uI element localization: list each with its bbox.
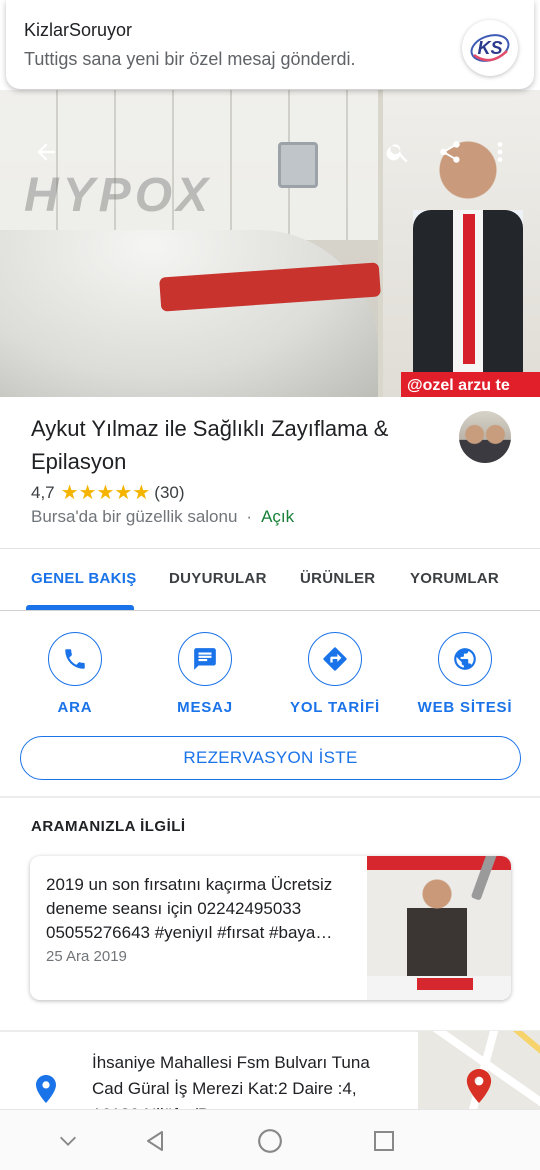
related-section-title: ARAMANIZLA İLGİLİ bbox=[31, 818, 186, 835]
tab-overview[interactable]: GENEL BAKIŞ bbox=[31, 570, 137, 587]
post-text: 2019 un son fırsatını kaçırma Ücretsiz d… bbox=[46, 875, 333, 942]
hypoxi-machine-shape bbox=[0, 230, 378, 397]
open-status: Açık bbox=[261, 507, 295, 526]
rating-stars-icon: ★★★★★ bbox=[60, 482, 151, 504]
message-icon bbox=[178, 632, 232, 686]
share-icon[interactable] bbox=[428, 130, 472, 174]
more-vert-icon[interactable] bbox=[478, 130, 522, 174]
recents-square-icon[interactable] bbox=[369, 1126, 399, 1156]
divider bbox=[0, 548, 540, 549]
section-divider bbox=[0, 796, 540, 798]
directions-button[interactable]: YOL TARİFİ bbox=[270, 632, 400, 716]
screen: { "notification": { "app": "KizlarSoruyo… bbox=[0, 0, 540, 1170]
rating-row[interactable]: 4,7 ★★★★★ (30) bbox=[31, 480, 185, 505]
kizlarsoruyor-logo-icon: KS bbox=[462, 20, 518, 76]
message-button[interactable]: MESAJ bbox=[140, 632, 270, 716]
home-circle-icon[interactable] bbox=[255, 1126, 285, 1156]
business-photo-carousel[interactable]: HYPOX @ozel arzu te bbox=[0, 90, 540, 397]
review-count: (30) bbox=[154, 482, 185, 502]
tab-reviews[interactable]: YORUMLAR bbox=[410, 570, 499, 587]
website-button[interactable]: WEB SİTESİ bbox=[400, 632, 530, 716]
search-icon[interactable] bbox=[376, 130, 420, 174]
thumbnail-strip bbox=[367, 976, 511, 1000]
separator-dot: · bbox=[246, 507, 253, 526]
tab-products[interactable]: ÜRÜNLER bbox=[300, 570, 375, 587]
location-pin-icon bbox=[36, 1075, 56, 1108]
business-avatar[interactable] bbox=[459, 411, 511, 463]
man-shape bbox=[407, 878, 467, 976]
rating-value: 4,7 bbox=[31, 482, 55, 502]
back-triangle-icon[interactable] bbox=[140, 1126, 170, 1156]
business-name: Aykut Yılmaz ile Sağlıklı Zayıflama & Ep… bbox=[31, 416, 389, 474]
post-thumbnail bbox=[367, 856, 511, 1000]
post-date: 25 Ara 2019 bbox=[46, 948, 127, 965]
globe-icon bbox=[438, 632, 492, 686]
business-category: Bursa'da bir güzellik salonu bbox=[31, 507, 238, 526]
category-row: Bursa'da bir güzellik salonu · Açık bbox=[31, 507, 294, 527]
website-label: WEB SİTESİ bbox=[417, 699, 513, 716]
back-arrow-icon[interactable] bbox=[24, 130, 68, 174]
photo-banner: @ozel arzu te bbox=[401, 372, 540, 397]
directions-label: YOL TARİFİ bbox=[290, 699, 380, 716]
notification-message: Tuttigs sana yeni bir özel mesaj gönderd… bbox=[24, 49, 356, 69]
reserve-button[interactable]: REZERVASYON İSTE bbox=[20, 736, 521, 780]
directions-icon bbox=[308, 632, 362, 686]
brand-watermark: HYPOX bbox=[24, 169, 213, 222]
hide-keyboard-chevron-down-icon[interactable] bbox=[53, 1126, 83, 1156]
thumbnail-red-label bbox=[417, 978, 473, 990]
tabs-divider bbox=[0, 610, 540, 611]
map-road bbox=[504, 1031, 540, 1069]
message-label: MESAJ bbox=[177, 699, 233, 716]
map-thumbnail[interactable] bbox=[418, 1031, 540, 1111]
tab-updates[interactable]: DUYURULAR bbox=[169, 570, 267, 587]
phone-icon bbox=[48, 632, 102, 686]
machine-screen bbox=[278, 142, 318, 188]
map-pin-icon bbox=[466, 1069, 492, 1103]
call-button[interactable]: ARA bbox=[10, 632, 140, 716]
push-notification[interactable]: KizlarSoruyor Tuttigs sana yeni bir özel… bbox=[6, 0, 534, 89]
thumbnail-brand-mark bbox=[467, 856, 509, 904]
system-nav-bar bbox=[0, 1109, 540, 1170]
tie-shape bbox=[463, 214, 475, 364]
post-card[interactable]: 2019 un son fırsatını kaçırma Ücretsiz d… bbox=[30, 856, 511, 1000]
call-label: ARA bbox=[57, 699, 93, 716]
notification-app-name: KizlarSoruyor bbox=[24, 20, 133, 40]
